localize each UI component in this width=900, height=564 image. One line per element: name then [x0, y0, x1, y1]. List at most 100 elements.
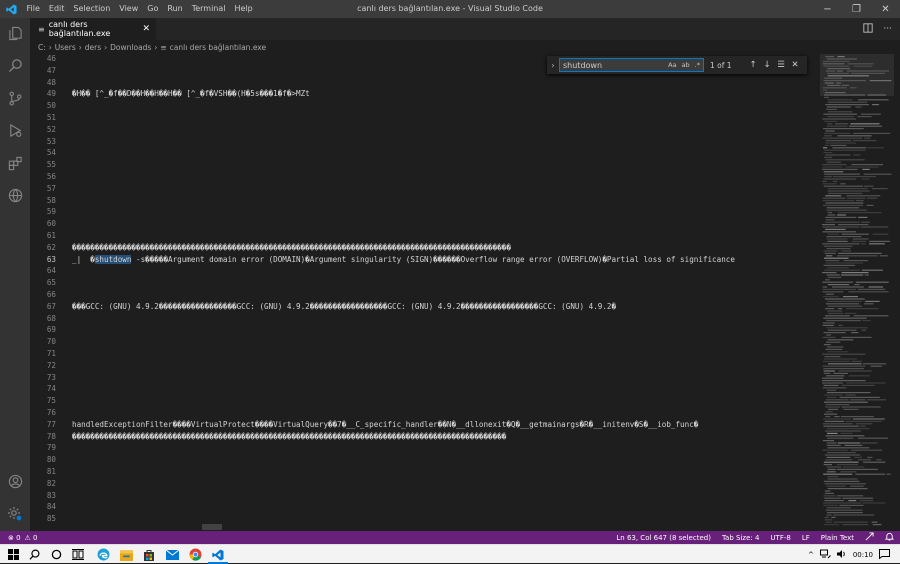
find-in-selection-icon[interactable]: ☰ — [774, 60, 788, 70]
editor-line[interactable]: 67 ���GCC: (GNU) 4.9.2�����������������GC… — [30, 301, 820, 313]
editor-line[interactable]: 51 — [30, 112, 820, 124]
store-icon[interactable] — [140, 546, 158, 563]
remote-icon[interactable] — [5, 185, 25, 205]
editor-line[interactable]: 66 — [30, 289, 820, 301]
editor-line[interactable]: 57 — [30, 183, 820, 195]
menu-selection[interactable]: Selection — [69, 0, 115, 18]
vertical-scrollbar[interactable] — [894, 54, 900, 531]
explorer-icon[interactable] — [5, 23, 25, 43]
task-view-icon[interactable] — [69, 546, 87, 563]
encoding[interactable]: UTF-8 — [770, 534, 790, 542]
editor-line[interactable]: 74 — [30, 383, 820, 395]
editor-line[interactable]: 83 — [30, 490, 820, 502]
breadcrumb-item[interactable]: canlı ders bağlantılan.exe — [170, 43, 266, 52]
menu-edit[interactable]: Edit — [44, 0, 69, 18]
breadcrumb-item[interactable]: C: — [38, 43, 46, 52]
restore-button[interactable]: ❐ — [842, 0, 871, 18]
menu-view[interactable]: View — [115, 0, 143, 18]
editor-line[interactable]: 81 — [30, 466, 820, 478]
editor-line[interactable]: 61 — [30, 230, 820, 242]
cursor-position[interactable]: Ln 63, Col 647 (8 selected) — [616, 534, 711, 542]
editor-line[interactable]: 65 — [30, 277, 820, 289]
editor-line[interactable]: 62 ��������������������������������������… — [30, 242, 820, 254]
minimize-button[interactable]: − — [813, 0, 842, 18]
horizontal-scrollbar-thumb[interactable] — [202, 524, 222, 530]
editor-line[interactable]: 78 ��������������������������������������… — [30, 431, 820, 443]
breadcrumb-item[interactable]: Users — [55, 43, 76, 52]
editor-line[interactable]: 77 handledExceptionFilter����VirtualProte… — [30, 419, 820, 431]
source-control-icon[interactable] — [5, 88, 25, 108]
tab-size[interactable]: Tab Size: 4 — [722, 534, 759, 542]
file-explorer-icon[interactable] — [117, 546, 135, 563]
editor-line[interactable]: 73 — [30, 372, 820, 384]
extensions-icon[interactable] — [5, 153, 25, 173]
editor-line[interactable]: 68 — [30, 313, 820, 325]
editor-line[interactable]: 49 �H�� [^_�f��D��H��H��H�� [^_�f�VSH��(H… — [30, 88, 820, 100]
language-mode[interactable]: Plain Text — [821, 534, 854, 542]
find-input[interactable]: shutdown Aa ab .* — [559, 58, 704, 72]
volume-icon[interactable] — [836, 549, 847, 561]
editor-line[interactable]: 64 — [30, 265, 820, 277]
chrome-icon[interactable] — [186, 546, 204, 563]
cortana-icon[interactable] — [47, 546, 65, 563]
close-find-icon[interactable]: ✕ — [788, 60, 802, 70]
editor-line[interactable]: 48 — [30, 77, 820, 89]
editor-line[interactable]: 85 — [30, 513, 820, 525]
editor-line[interactable]: 55 — [30, 159, 820, 171]
end-of-line[interactable]: LF — [802, 534, 810, 542]
network-icon[interactable] — [819, 549, 831, 561]
warnings-count[interactable]: ⚠ 0 — [25, 534, 38, 542]
editor-line[interactable]: 69 — [30, 324, 820, 336]
regex-icon[interactable]: .* — [695, 59, 700, 72]
editor-line[interactable]: 79 — [30, 442, 820, 454]
feedback-icon[interactable] — [865, 532, 874, 543]
editor-line[interactable]: 58 — [30, 195, 820, 207]
editor-line[interactable]: 72 — [30, 360, 820, 372]
edge-browser-icon[interactable] — [94, 546, 112, 563]
editor-line[interactable]: 52 — [30, 124, 820, 136]
breadcrumb-item[interactable]: ders — [85, 43, 101, 52]
menu-terminal[interactable]: Terminal — [187, 0, 230, 18]
editor-line[interactable]: 71 — [30, 348, 820, 360]
split-editor-icon[interactable] — [863, 22, 873, 36]
editor-line[interactable]: 70 — [30, 336, 820, 348]
toggle-replace-icon[interactable]: › — [547, 61, 559, 70]
menu-file[interactable]: File — [22, 0, 44, 18]
editor-line[interactable]: 84 — [30, 501, 820, 513]
next-match-icon[interactable]: ↓ — [760, 60, 774, 70]
editor-line[interactable]: 53 — [30, 136, 820, 148]
show-hidden-icons-icon[interactable]: ^ — [808, 551, 814, 559]
tab-close-button[interactable]: ✕ — [142, 24, 150, 34]
editor-line[interactable]: 50 — [30, 100, 820, 112]
search-icon[interactable] — [25, 546, 43, 563]
whole-word-icon[interactable]: ab — [682, 59, 690, 72]
minimap[interactable] — [820, 54, 894, 531]
vscode-taskbar-icon[interactable] — [209, 546, 227, 563]
menu-run[interactable]: Run — [163, 0, 187, 18]
errors-count[interactable]: ⊗ 0 — [8, 534, 21, 542]
notifications-icon[interactable] — [884, 532, 895, 543]
breadcrumb-item[interactable]: Downloads — [110, 43, 151, 52]
more-actions-icon[interactable]: ··· — [883, 24, 892, 34]
account-icon[interactable] — [5, 471, 25, 491]
editor-area[interactable]: 46 47 48 49 �H�� [^_�f��D��H��H��H�� [^_�f�V… — [30, 54, 820, 531]
mail-icon[interactable] — [163, 546, 181, 563]
previous-match-icon[interactable]: ↑ — [746, 60, 760, 70]
windows-start-icon[interactable] — [4, 546, 22, 563]
clock[interactable]: 00:10 — [853, 551, 873, 559]
editor-line[interactable]: 80 — [30, 454, 820, 466]
run-debug-icon[interactable] — [5, 120, 25, 140]
editor-line[interactable]: 63 _| �shutdown -s�����Argument domain er… — [30, 254, 820, 266]
editor-line[interactable]: 75 — [30, 395, 820, 407]
menu-help[interactable]: Help — [230, 0, 257, 18]
search-icon[interactable] — [5, 55, 25, 75]
action-center-icon[interactable] — [879, 548, 890, 561]
editor-line[interactable]: 56 — [30, 171, 820, 183]
tab-canli-ders[interactable]: ≡ canlı ders bağlantılan.exe ✕ — [30, 18, 156, 40]
editor-line[interactable]: 54 — [30, 147, 820, 159]
menu-go[interactable]: Go — [143, 0, 163, 18]
editor-line[interactable]: 76 — [30, 407, 820, 419]
manage-icon[interactable] — [5, 504, 25, 524]
editor-line[interactable]: 60 — [30, 218, 820, 230]
match-case-icon[interactable]: Aa — [668, 59, 676, 72]
